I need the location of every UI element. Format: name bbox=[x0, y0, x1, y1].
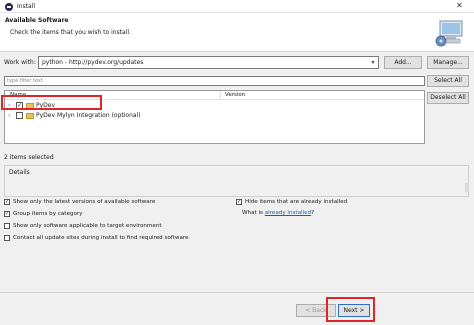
filter-input[interactable]: type filter text bbox=[4, 76, 425, 86]
details-group: Details bbox=[4, 165, 469, 197]
checkbox[interactable]: ✓ bbox=[4, 199, 10, 205]
chevron-right-icon[interactable]: › bbox=[8, 112, 10, 119]
column-divider[interactable] bbox=[220, 91, 221, 100]
checkbox[interactable] bbox=[4, 223, 10, 229]
checkbox[interactable]: ✓ bbox=[236, 199, 242, 205]
select-all-button[interactable]: Select All bbox=[427, 75, 469, 87]
category-folder-icon bbox=[26, 113, 34, 119]
highlight-box bbox=[1, 95, 102, 110]
manage-button[interactable]: Manage... bbox=[427, 56, 469, 69]
close-button[interactable]: ✕ bbox=[456, 2, 463, 10]
work-with-combo[interactable]: python - http://pydev.org/updates bbox=[38, 56, 379, 69]
install-wizard-icon bbox=[435, 20, 463, 47]
highlight-box bbox=[326, 297, 375, 322]
title-bar: Install ✕ bbox=[0, 0, 474, 13]
work-with-label: Work with: bbox=[4, 59, 36, 66]
page-description: Check the items that you wish to install… bbox=[10, 29, 131, 36]
deselect-all-button[interactable]: Deselect All bbox=[427, 92, 469, 104]
window-title: Install bbox=[17, 3, 36, 10]
tree-row[interactable]: › PyDev Mylyn Integration (optional) bbox=[5, 111, 424, 121]
tree-row-label: PyDev Mylyn Integration (optional) bbox=[36, 112, 141, 119]
details-label: Details bbox=[9, 169, 30, 176]
checkbox[interactable] bbox=[4, 235, 10, 241]
already-installed-link[interactable]: already installed bbox=[265, 210, 311, 216]
selection-status: 2 items selected bbox=[4, 154, 54, 161]
chevron-down-icon[interactable]: ▾ bbox=[368, 57, 378, 68]
checkbox[interactable]: ✓ bbox=[4, 211, 10, 217]
details-scrollbar[interactable] bbox=[465, 183, 469, 192]
column-header-version[interactable]: Version bbox=[225, 92, 245, 98]
divider bbox=[0, 292, 474, 293]
wizard-banner: Available Software Check the items that … bbox=[0, 13, 474, 52]
what-is-suffix: ? bbox=[311, 210, 315, 216]
what-is-prefix: What is bbox=[242, 210, 265, 216]
add-button[interactable]: Add... bbox=[384, 56, 422, 69]
pydev-mylyn-checkbox[interactable] bbox=[16, 112, 23, 119]
eclipse-icon bbox=[5, 3, 13, 11]
page-title: Available Software bbox=[5, 17, 69, 24]
what-is-installed: What is already installed? bbox=[242, 210, 314, 216]
